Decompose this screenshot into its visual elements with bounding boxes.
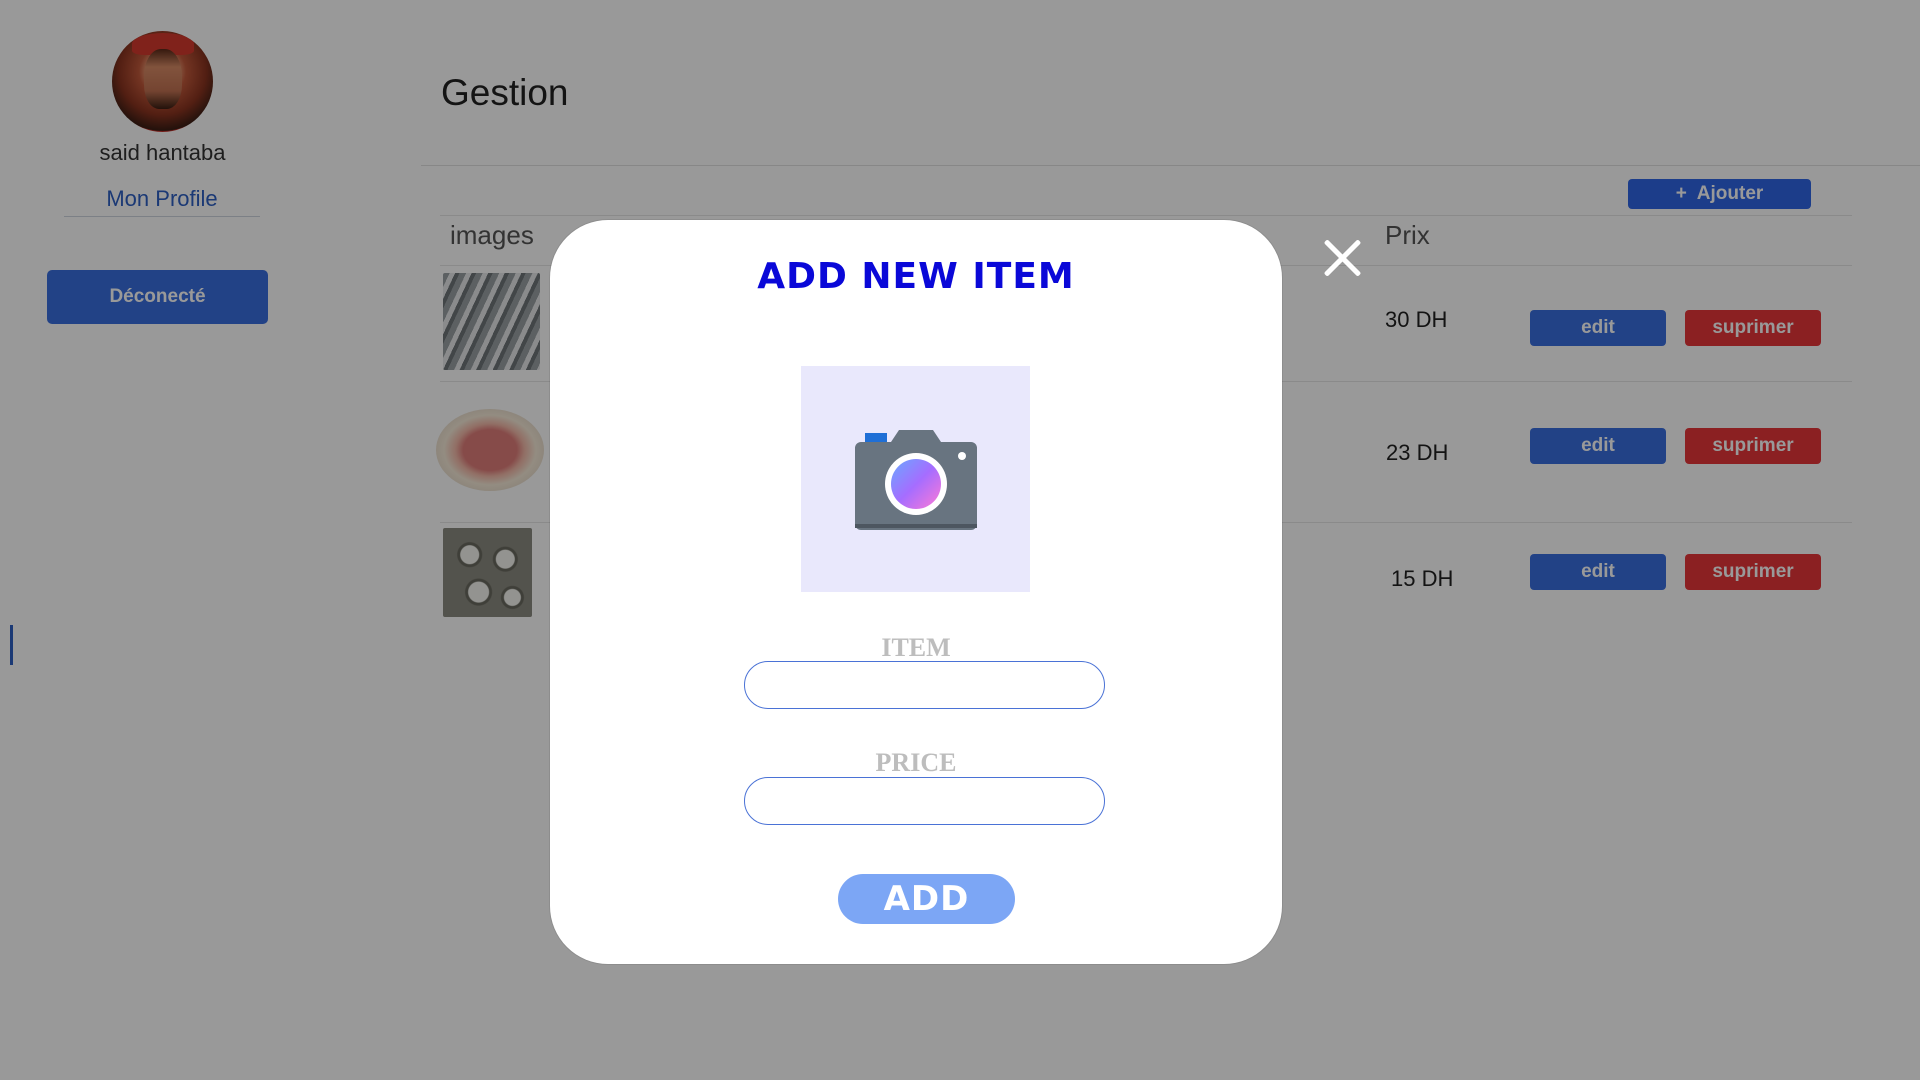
- image-upload-slot[interactable]: [801, 366, 1030, 592]
- price-label: PRICE: [875, 748, 957, 777]
- item-label: ITEM: [881, 633, 951, 662]
- add-submit-button[interactable]: ADD: [838, 874, 1015, 924]
- close-icon[interactable]: [1322, 238, 1362, 278]
- modal-title: ADD NEW ITEM: [757, 256, 1075, 297]
- camera-icon: [854, 430, 977, 530]
- item-price-input[interactable]: [744, 777, 1105, 825]
- add-item-modal: ADD NEW ITEM ITEM PRICE ADD: [550, 220, 1282, 964]
- item-name-input[interactable]: [744, 661, 1105, 709]
